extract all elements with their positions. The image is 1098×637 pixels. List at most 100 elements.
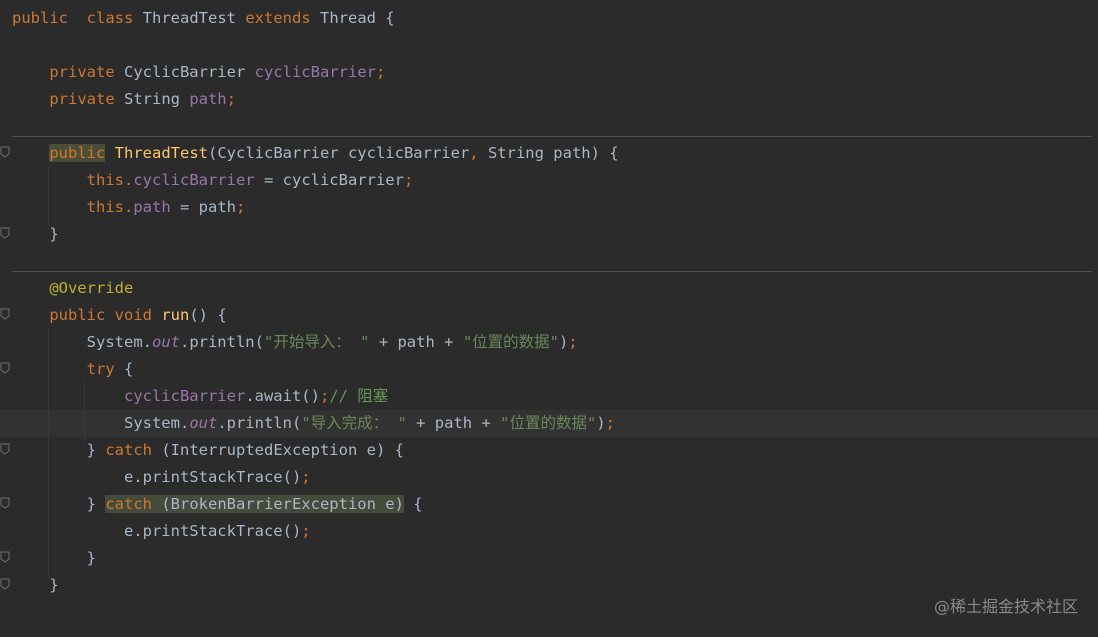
code-token: // 阻塞 [329, 387, 389, 405]
code-line-text: } catch (BrokenBarrierException e) { [12, 491, 423, 518]
code-token: class [86, 9, 134, 27]
code-token: .await() [245, 387, 320, 405]
code-token: public [49, 144, 106, 162]
code-token: ; [301, 468, 311, 486]
code-token: ; [226, 90, 236, 108]
code-token: ; [605, 414, 615, 432]
code-token: public [12, 9, 68, 27]
code-token: try [86, 360, 115, 378]
code-token: e.printStackTrace() [12, 522, 302, 540]
code-token: () { [189, 306, 227, 324]
code-token: cyclicBarrier [254, 63, 376, 81]
code-token: } [12, 549, 96, 567]
code-line-text: @Override [12, 275, 133, 302]
code-token: (CyclicBarrier cyclicBarrier [208, 144, 470, 162]
code-line-text: } [12, 545, 96, 572]
code-token: ) [596, 414, 606, 432]
code-token: path [189, 90, 227, 108]
code-token: } [12, 576, 59, 594]
code-token: this [86, 198, 124, 216]
code-token: public [49, 306, 106, 324]
code-line-text: e.printStackTrace(); [12, 518, 311, 545]
code-line-text: private CyclicBarrier cyclicBarrier; [12, 59, 385, 86]
code-line-text: try { [12, 356, 134, 383]
code-token: = cyclicBarrier [254, 171, 404, 189]
code-token: void [114, 306, 152, 324]
code-token: . [123, 198, 134, 216]
code-line-text: public void run() { [12, 302, 227, 329]
fold-icon[interactable] [0, 146, 10, 158]
code-token: ; [375, 63, 386, 81]
code-token: out [189, 414, 218, 432]
code-line-text: } [12, 221, 59, 248]
code-line-text: e.printStackTrace(); [12, 464, 311, 491]
code-token: @Override [49, 279, 134, 297]
code-token: CyclicBarrier [114, 63, 255, 81]
code-token: + path + [406, 414, 501, 432]
code-token: out [151, 333, 180, 351]
code-token: { [114, 360, 134, 378]
code-line-text: public class ThreadTest extends Thread { [12, 5, 395, 32]
code-token: ; [403, 171, 414, 189]
code-line-text: this.path = path; [12, 194, 246, 221]
code-token: Thread { [310, 9, 395, 27]
code-token: = path [170, 198, 236, 216]
code-line-text: System.out.println("开始导入： " + path + "位置… [12, 329, 578, 356]
code-line-text: } [12, 572, 59, 599]
code-token: run [161, 306, 190, 324]
code-token: . [123, 171, 134, 189]
code-token: .println( [217, 414, 302, 432]
code-token: this [86, 171, 124, 189]
code-token: ThreadTest [114, 144, 208, 162]
code-token: } [12, 441, 106, 459]
code-token: ThreadTest [133, 9, 246, 27]
code-token: path [133, 198, 171, 216]
code-token: ; [235, 198, 246, 216]
code-token: private [49, 90, 115, 108]
code-token: "位置的数据" [462, 333, 559, 351]
code-editor[interactable]: public class ThreadTest extends Thread {… [0, 0, 1098, 637]
fold-icon[interactable] [0, 443, 10, 455]
code-token: + path + [369, 333, 463, 351]
fold-icon[interactable] [0, 362, 10, 374]
code-token: "开始导入： " [263, 333, 370, 351]
watermark: @稀土掘金技术社区 [933, 597, 1078, 616]
code-token: ; [319, 387, 330, 405]
code-token: catch [105, 441, 152, 459]
code-token: ; [568, 333, 578, 351]
code-line-text: public ThreadTest(CyclicBarrier cyclicBa… [12, 140, 619, 167]
code-token: System. [12, 414, 190, 432]
code-token: } [12, 225, 59, 243]
code-token: ) [558, 333, 569, 351]
method-separator [12, 136, 1092, 137]
code-token: catch [105, 495, 152, 513]
code-token: cyclicBarrier [123, 387, 246, 405]
code-token: extends [245, 9, 311, 27]
fold-icon[interactable] [0, 551, 10, 563]
code-token: (InterruptedException e) { [152, 441, 404, 459]
code-token: String [114, 90, 190, 108]
fold-icon[interactable] [0, 578, 10, 590]
code-token: ; [301, 522, 311, 540]
fold-icon[interactable] [0, 497, 10, 509]
code-token: cyclicBarrier [133, 171, 255, 189]
code-line-text: cyclicBarrier.await();// 阻塞 [12, 383, 388, 410]
code-token: , [469, 144, 479, 162]
code-line-text: } catch (InterruptedException e) { [12, 437, 404, 464]
method-separator [12, 271, 1092, 272]
code-line-text: System.out.println("导入完成： " + path + "位置… [12, 410, 615, 437]
fold-icon[interactable] [0, 308, 10, 320]
fold-icon[interactable] [0, 227, 10, 239]
